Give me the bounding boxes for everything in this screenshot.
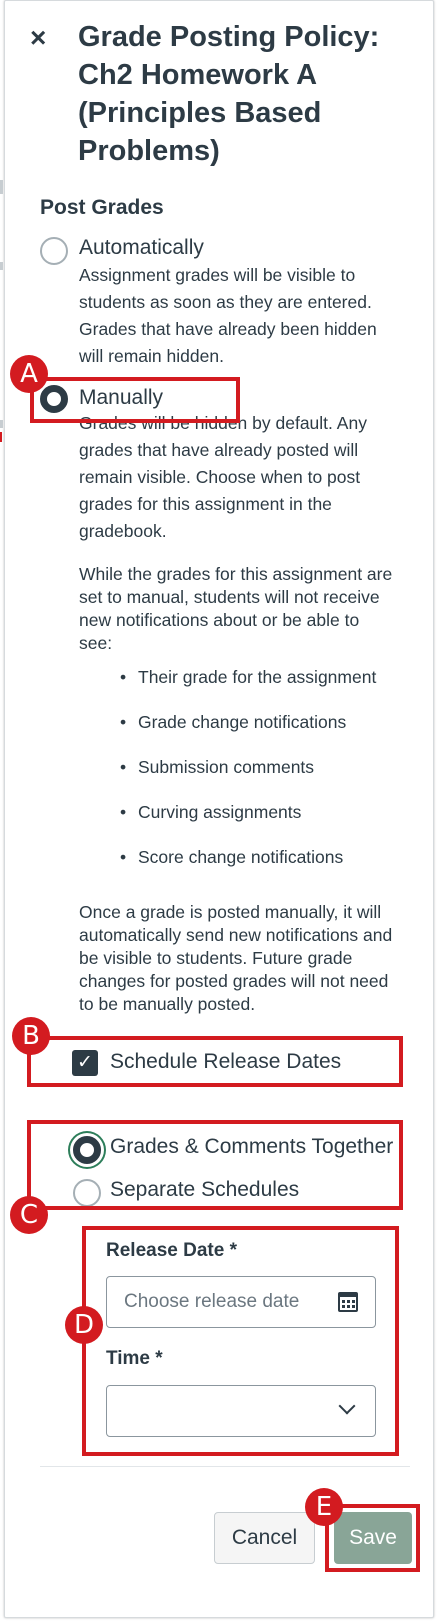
callout-badge-e: E	[305, 1488, 343, 1526]
callout-badge-a: A	[10, 355, 48, 393]
hidden-items-list: Their grade for the assignment Grade cha…	[120, 663, 376, 888]
manual-posting-footer-text: Once a grade is posted manually, it will…	[79, 902, 393, 1014]
post-grades-label: Post Grades	[40, 196, 164, 219]
list-item: Submission comments	[120, 753, 376, 798]
manual-notice-text: While the grades for this assignment are…	[79, 564, 393, 653]
automatically-label[interactable]: Automatically	[79, 236, 204, 260]
callout-box-b	[27, 1036, 403, 1087]
list-item: Their grade for the assignment	[120, 663, 376, 708]
callout-badge-b: B	[12, 1017, 50, 1055]
callout-box-d	[82, 1226, 399, 1456]
cancel-button[interactable]: Cancel	[214, 1512, 315, 1564]
list-item: Score change notifications	[120, 843, 376, 888]
callout-box-a	[30, 377, 240, 423]
footer-divider	[40, 1466, 410, 1467]
manually-description: Grades will be hidden by default. Any gr…	[79, 413, 367, 541]
automatically-description: Assignment grades will be visible to stu…	[79, 265, 377, 366]
automatically-radio[interactable]	[40, 237, 68, 265]
list-item: Curving assignments	[120, 798, 376, 843]
close-icon[interactable]: ×	[30, 24, 46, 52]
callout-badge-c: C	[10, 1196, 48, 1234]
callout-box-c	[27, 1120, 403, 1210]
callout-badge-d: D	[65, 1306, 103, 1344]
list-item: Grade change notifications	[120, 708, 376, 753]
tray-title: Grade Posting Policy: Ch2 Homework A (Pr…	[78, 21, 380, 167]
